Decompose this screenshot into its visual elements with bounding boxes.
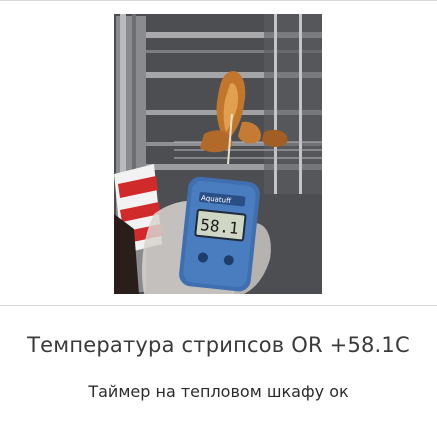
top-divider xyxy=(0,0,437,1)
post-caption: Таймер на тепловом шкафу ок xyxy=(88,382,349,401)
content-divider xyxy=(0,305,437,306)
post-title: Температура стрипсов OR +58.1C xyxy=(27,333,410,357)
thermometer-photo-icon: Aquatuff 58.1 xyxy=(114,14,322,294)
thermometer-reading: 58.1 xyxy=(199,215,239,238)
post-photo[interactable]: Aquatuff 58.1 xyxy=(114,14,322,294)
